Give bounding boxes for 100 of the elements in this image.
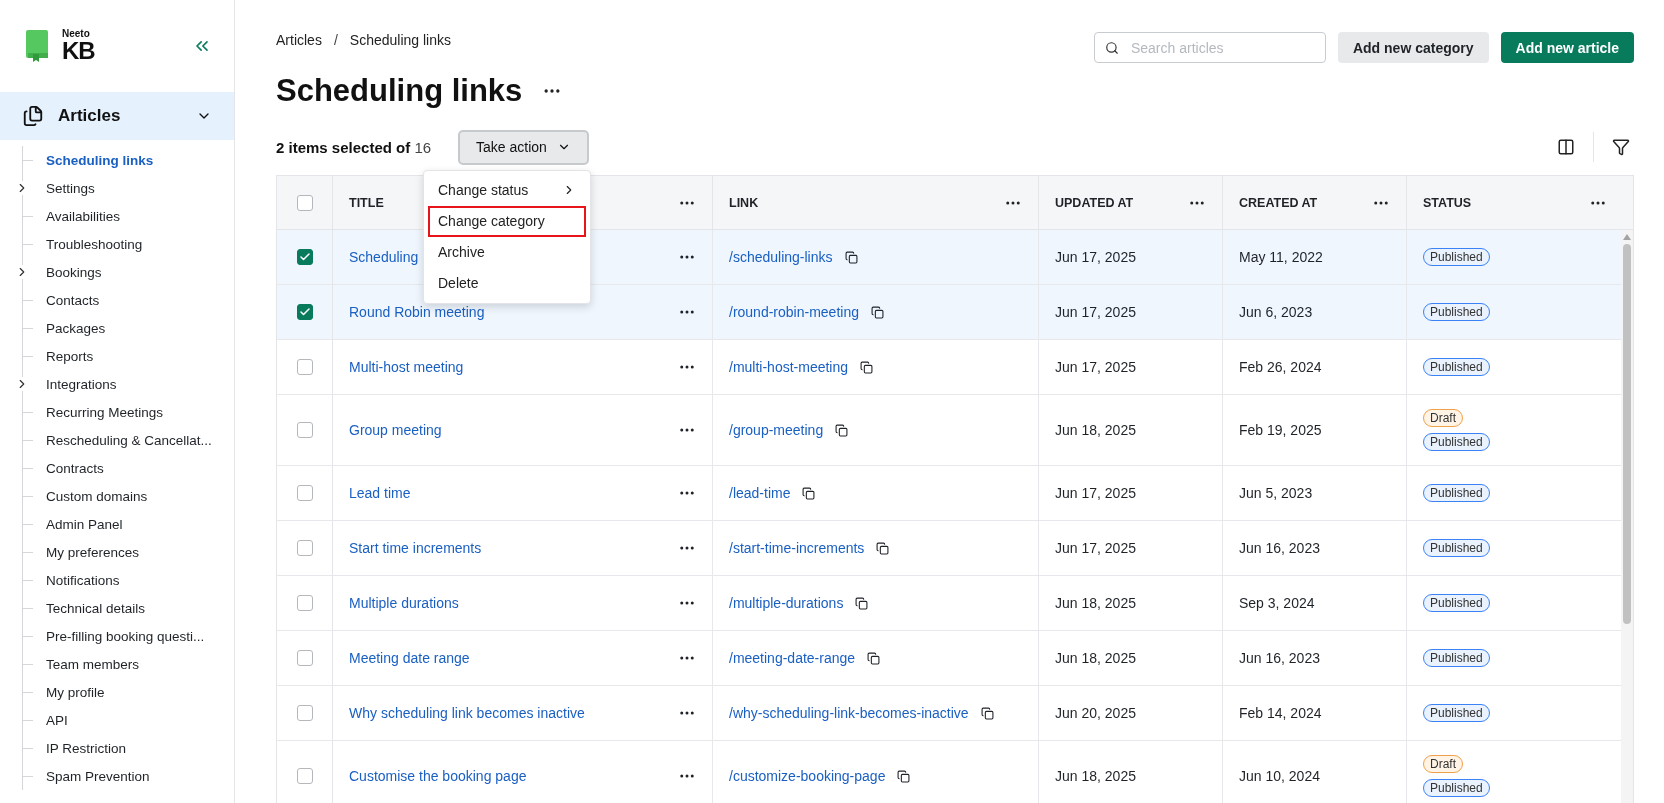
article-title-link[interactable]: Group meeting	[349, 422, 442, 438]
article-title-link[interactable]: Why scheduling link becomes inactive	[349, 705, 585, 721]
checkbox[interactable]	[296, 485, 313, 501]
sidebar-item[interactable]: Custom domains	[23, 482, 234, 510]
sidebar-item[interactable]: Reports	[23, 342, 234, 370]
sidebar-item[interactable]: Rescheduling & Cancellat...	[23, 426, 234, 454]
copy-icon[interactable]	[870, 305, 884, 319]
updated-date: Jun 17, 2025	[1055, 249, 1136, 265]
article-link[interactable]: /meeting-date-range	[729, 650, 856, 666]
search-box[interactable]: Search articles	[1093, 32, 1326, 63]
sidebar-item[interactable]: IP Restriction	[23, 734, 234, 762]
created-date: Feb 19, 2025	[1239, 422, 1322, 438]
checkbox[interactable]	[296, 540, 313, 556]
sidebar-item[interactable]: Technical details	[23, 594, 234, 622]
columns-icon[interactable]	[1557, 138, 1575, 156]
sidebar-item[interactable]: Admin Panel	[23, 510, 234, 538]
sidebar-item[interactable]: Contacts	[23, 286, 234, 314]
copy-icon[interactable]	[897, 769, 911, 783]
created-date: Jun 6, 2023	[1239, 304, 1313, 320]
page-title: Scheduling links	[276, 73, 523, 109]
check-icon	[298, 306, 311, 318]
take-action-button[interactable]: Take action	[458, 129, 589, 165]
breadcrumb-link[interactable]: Articles	[276, 32, 322, 48]
sidebar-item[interactable]: Spam Prevention	[23, 762, 234, 790]
article-title-link[interactable]: Customise the booking page	[349, 768, 527, 784]
table-row[interactable]: Meeting date range /meeting-date-range Jun 18, 2025 Jun 16, 2023 Published	[277, 631, 1621, 686]
article-link[interactable]: /why-scheduling-link-becomes-inactive	[729, 705, 969, 721]
sidebar-item[interactable]: Packages	[23, 314, 234, 342]
sidebar-item[interactable]: API	[23, 706, 234, 734]
article-link[interactable]: /customize-booking-page	[729, 768, 886, 784]
copy-icon[interactable]	[855, 596, 869, 610]
updated-date: Jun 18, 2025	[1055, 650, 1136, 666]
checkbox[interactable]	[296, 768, 313, 784]
table-row[interactable]: Multiple durations /multiple-durations Jun 18, 2025 Sep 3, 2024 Published	[277, 576, 1621, 631]
column-title: CREATED AT	[1239, 195, 1318, 210]
copy-icon[interactable]	[980, 706, 994, 720]
sidebar-item[interactable]: Scheduling links	[23, 146, 234, 174]
article-link[interactable]: /start-time-increments	[729, 540, 865, 556]
table-row[interactable]: Why scheduling link becomes inactive /why-scheduling-link-becomes-inactive Jun 20, 2025 Feb 14, 2024 Published	[277, 686, 1621, 741]
sidebar-item[interactable]: Pre-filling booking questi...	[23, 622, 234, 650]
article-title-link[interactable]: Start time increments	[349, 540, 482, 556]
sidebar-item[interactable]: My profile	[23, 678, 234, 706]
sidebar-item[interactable]: Availabilities	[23, 202, 234, 230]
book-logo-icon	[26, 30, 48, 62]
status-badge: Published	[1423, 594, 1490, 612]
created-date: Jun 5, 2023	[1239, 485, 1313, 501]
status-badge: Published	[1423, 779, 1490, 797]
copy-icon[interactable]	[867, 651, 881, 665]
sidebar-item[interactable]: Troubleshooting	[23, 230, 234, 258]
checkbox[interactable]	[296, 194, 313, 211]
copy-icon[interactable]	[835, 423, 849, 437]
add-category-button[interactable]: Add new category	[1337, 32, 1489, 63]
article-title-link[interactable]: Multiple durations	[349, 595, 459, 611]
breadcrumb-separator: /	[333, 32, 338, 48]
article-link[interactable]: /round-robin-meeting	[729, 304, 859, 320]
sidebar-item[interactable]: Team members	[23, 650, 234, 678]
created-date: Jun 16, 2023	[1239, 650, 1320, 666]
article-link[interactable]: /multi-host-meeting	[729, 359, 849, 375]
status-badge: Published	[1423, 248, 1490, 266]
checkbox[interactable]	[296, 304, 313, 320]
updated-date: Jun 18, 2025	[1055, 422, 1136, 438]
sidebar-item[interactable]: Integrations	[23, 370, 234, 398]
filter-icon[interactable]	[1612, 138, 1630, 156]
copy-icon[interactable]	[844, 250, 858, 264]
sidebar-item[interactable]: Settings	[23, 174, 234, 202]
menu-item[interactable]: Change category	[428, 205, 586, 237]
sidebar-item[interactable]: Notifications	[23, 566, 234, 594]
scrollbar-thumb[interactable]	[1623, 244, 1631, 624]
sidebar-section[interactable]: Articles	[0, 92, 234, 140]
table-row[interactable]: Lead time /lead-time Jun 17, 2025 Jun 5, 2023 Published	[277, 466, 1621, 521]
sidebar-item[interactable]: My preferences	[23, 538, 234, 566]
add-article-button[interactable]: Add new article	[1500, 32, 1634, 63]
breadcrumb-link[interactable]: Scheduling links	[349, 32, 451, 48]
article-title-link[interactable]: Meeting date range	[349, 650, 470, 666]
article-title-link[interactable]: Lead time	[349, 485, 411, 501]
checkbox[interactable]	[296, 705, 313, 721]
article-link[interactable]: /multiple-durations	[729, 595, 844, 611]
sidebar-item[interactable]: Contracts	[23, 454, 234, 482]
article-title-link[interactable]: Scheduling	[349, 249, 419, 265]
table-row[interactable]: Start time increments /start-time-increments Jun 17, 2025 Jun 16, 2023 Published	[277, 521, 1621, 576]
sidebar-item[interactable]: Recurring Meetings	[23, 398, 234, 426]
table-row[interactable]: Group meeting /group-meeting Jun 18, 2025 Feb 19, 2025 Draft Published	[277, 395, 1621, 466]
checkbox[interactable]	[296, 422, 313, 438]
article-link[interactable]: /lead-time	[729, 485, 791, 501]
copy-icon[interactable]	[876, 541, 890, 555]
copy-icon[interactable]	[802, 486, 816, 500]
checkbox[interactable]	[296, 595, 313, 611]
updated-date: Jun 17, 2025	[1055, 485, 1136, 501]
copy-icon[interactable]	[860, 360, 874, 374]
sidebar-item[interactable]: Bookings	[23, 258, 234, 286]
checkbox[interactable]	[296, 249, 313, 265]
table-row[interactable]: Multi-host meeting /multi-host-meeting Jun 17, 2025 Feb 26, 2024 Published	[277, 340, 1621, 395]
article-link[interactable]: /group-meeting	[729, 422, 824, 438]
article-link[interactable]: /scheduling-links	[729, 249, 833, 265]
status-badge: Draft	[1423, 755, 1463, 773]
checkbox[interactable]	[296, 359, 313, 375]
updated-date: Jun 18, 2025	[1055, 595, 1136, 611]
checkbox[interactable]	[296, 650, 313, 666]
article-title-link[interactable]: Multi-host meeting	[349, 359, 464, 375]
article-title-link[interactable]: Round Robin meeting	[349, 304, 485, 320]
